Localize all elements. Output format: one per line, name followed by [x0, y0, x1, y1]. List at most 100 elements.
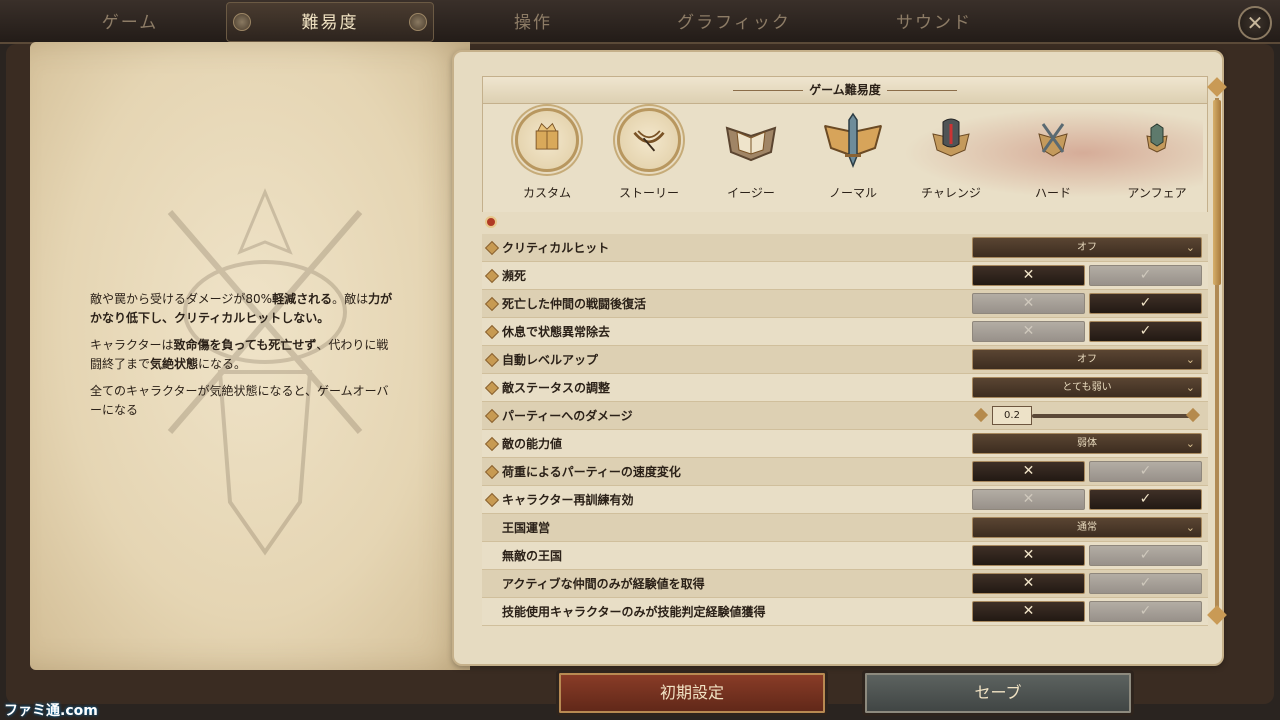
helmet-icon — [932, 118, 970, 157]
tab-controls[interactable]: 操作 — [453, 8, 613, 38]
tab-sound[interactable]: サウンド — [854, 8, 1014, 38]
scroll-up-icon[interactable] — [1207, 77, 1227, 97]
tab-difficulty[interactable]: 難易度 — [250, 8, 410, 38]
difficulty-unfair[interactable]: アンフェア — [1107, 108, 1207, 212]
diamond-bullet-icon — [484, 352, 500, 368]
toggle-yes-button[interactable]: ✓ — [1089, 545, 1202, 566]
setting-row: 瀕死 ✕ ✓ — [482, 262, 1208, 290]
diamond-bullet-icon — [484, 380, 500, 396]
diamond-bullet-icon — [484, 408, 500, 424]
auto-levelup-dropdown[interactable]: オフ ⌄ — [972, 349, 1202, 370]
setting-row: アクティブな仲間のみが経験値を取得 ✕ ✓ — [482, 570, 1208, 598]
setting-label: 王国運営 — [502, 521, 551, 535]
difficulty-label: イージー — [727, 186, 775, 200]
critical-hit-dropdown[interactable]: オフ ⌄ — [972, 237, 1202, 258]
setting-row: 自動レベルアップ オフ ⌄ — [482, 346, 1208, 374]
toggle-yes-button[interactable]: ✓ — [1089, 293, 1202, 314]
difficulty-custom[interactable]: カスタム — [497, 108, 597, 212]
difficulty-label: アンフェア — [1127, 186, 1187, 200]
difficulty-label: ストーリー — [618, 186, 679, 200]
toggle-no-button[interactable]: ✕ — [972, 293, 1085, 314]
diamond-bullet-icon — [484, 436, 500, 452]
toggle-no-button[interactable]: ✕ — [972, 265, 1085, 286]
skull-emblem-icon — [1146, 123, 1168, 153]
difficulty-header: ゲーム難易度 — [482, 76, 1208, 104]
settings-scrollbar[interactable] — [1207, 77, 1227, 628]
toggle-no-button[interactable]: ✕ — [972, 489, 1085, 510]
difficulty-normal[interactable]: ノーマル — [803, 108, 903, 212]
book-wings-icon — [725, 126, 777, 162]
setting-row: 荷重によるパーティーの速度変化 ✕ ✓ — [482, 458, 1208, 486]
setting-label: 技能使用キャラクターのみが技能判定経験値獲得 — [502, 605, 766, 619]
dropdown-value: とても弱い — [1062, 382, 1112, 393]
sword-shield-icon — [823, 112, 883, 169]
diamond-bullet-icon — [484, 296, 500, 312]
setting-row: 敵の能力値 弱体 ⌄ — [482, 430, 1208, 458]
setting-row: 技能使用キャラクターのみが技能判定経験値獲得 ✕ ✓ — [482, 598, 1208, 626]
diamond-bullet-icon — [484, 268, 500, 284]
top-tab-bar: ゲーム 難易度 操作 グラフィック サウンド ✕ — [0, 0, 1280, 44]
tab-game[interactable]: ゲーム — [50, 8, 210, 38]
difficulty-story[interactable]: ストーリー — [599, 108, 699, 212]
scroll-thumb[interactable] — [1213, 100, 1221, 285]
toggle-no-button[interactable]: ✕ — [972, 601, 1085, 622]
chevron-down-icon: ⌄ — [1185, 521, 1195, 534]
scroll-down-icon[interactable] — [1207, 605, 1227, 625]
toggle-yes-button[interactable]: ✓ — [1089, 601, 1202, 622]
slider-right-cap-icon — [1185, 407, 1201, 423]
dropdown-value: 弱体 — [1077, 438, 1097, 449]
chevron-down-icon: ⌄ — [1185, 353, 1195, 366]
crossed-swords-icon — [1038, 123, 1068, 157]
dropdown-value: オフ — [1077, 354, 1097, 365]
slider-left-cap-icon — [973, 407, 989, 423]
description-paragraph: 敵や罠から受けるダメージが80%軽減される。敵は力がかなり低下し、クリティカルヒ… — [90, 292, 393, 325]
enemy-ability-dropdown[interactable]: 弱体 ⌄ — [972, 433, 1202, 454]
toggle-yes-button[interactable]: ✓ — [1089, 265, 1202, 286]
divider — [887, 90, 957, 91]
diamond-bullet-icon — [484, 240, 500, 256]
setting-label: クリティカルヒット — [502, 241, 610, 255]
setting-label: パーティーへのダメージ — [502, 409, 633, 423]
setting-row: キャラクター再訓練有効 ✕ ✓ — [482, 486, 1208, 514]
setting-row: パーティーへのダメージ 0.2 — [482, 402, 1208, 430]
difficulty-easy[interactable]: イージー — [701, 108, 801, 212]
kingdom-management-dropdown[interactable]: 通常 ⌄ — [972, 517, 1202, 538]
setting-label: アクティブな仲間のみが経験値を取得 — [502, 577, 705, 591]
diamond-bullet-icon — [484, 492, 500, 508]
setting-label: 瀕死 — [502, 269, 527, 283]
toggle-yes-button[interactable]: ✓ — [1089, 321, 1202, 342]
setting-label: 死亡した仲間の戦闘後復活 — [502, 297, 647, 311]
reset-defaults-button[interactable]: 初期設定 — [556, 670, 828, 716]
toggle-no-button[interactable]: ✕ — [972, 321, 1085, 342]
setting-row: クリティカルヒット オフ ⌄ — [482, 234, 1208, 262]
setting-label: 休息で状態異常除去 — [502, 325, 611, 339]
settings-scroll-area: ゲーム難易度 カスタム ストーリー イージー ノーマル チャレンジ ハード アン… — [482, 76, 1208, 656]
difficulty-challenge[interactable]: チャレンジ — [901, 108, 1001, 212]
chevron-down-icon: ⌄ — [1185, 437, 1195, 450]
difficulty-hard[interactable]: ハード — [1003, 108, 1103, 212]
tab-graphics[interactable]: グラフィック — [654, 8, 814, 38]
ornament-knob-icon — [233, 13, 251, 31]
toggle-yes-button[interactable]: ✓ — [1089, 573, 1202, 594]
enemy-stat-adjust-dropdown[interactable]: とても弱い ⌄ — [972, 377, 1202, 398]
difficulty-label: ノーマル — [828, 186, 877, 200]
toggle-yes-button[interactable]: ✓ — [1089, 461, 1202, 482]
crown-book-icon — [515, 108, 579, 172]
toggle-no-button[interactable]: ✕ — [972, 573, 1085, 594]
close-icon[interactable]: ✕ — [1238, 6, 1272, 40]
custom-marker-icon — [485, 216, 497, 228]
setting-row: 無敵の王国 ✕ ✓ — [482, 542, 1208, 570]
description-paragraph: キャラクターは致命傷を負っても死亡せず、代わりに戦闘終了まで気絶状態になる。 — [90, 338, 389, 371]
party-damage-slider[interactable]: 0.2 — [972, 405, 1202, 426]
divider — [733, 90, 803, 91]
slider-value[interactable]: 0.2 — [992, 406, 1032, 425]
settings-panel: ゲーム難易度 カスタム ストーリー イージー ノーマル チャレンジ ハード アン… — [452, 50, 1224, 666]
setting-label: キャラクター再訓練有効 — [502, 493, 634, 507]
toggle-no-button[interactable]: ✕ — [972, 461, 1085, 482]
quill-wings-icon — [617, 108, 681, 172]
toggle-yes-button[interactable]: ✓ — [1089, 489, 1202, 510]
slider-track[interactable] — [1032, 414, 1192, 418]
toggle-no-button[interactable]: ✕ — [972, 545, 1085, 566]
save-button[interactable]: セーブ — [862, 670, 1134, 716]
diamond-bullet-icon — [484, 324, 500, 340]
